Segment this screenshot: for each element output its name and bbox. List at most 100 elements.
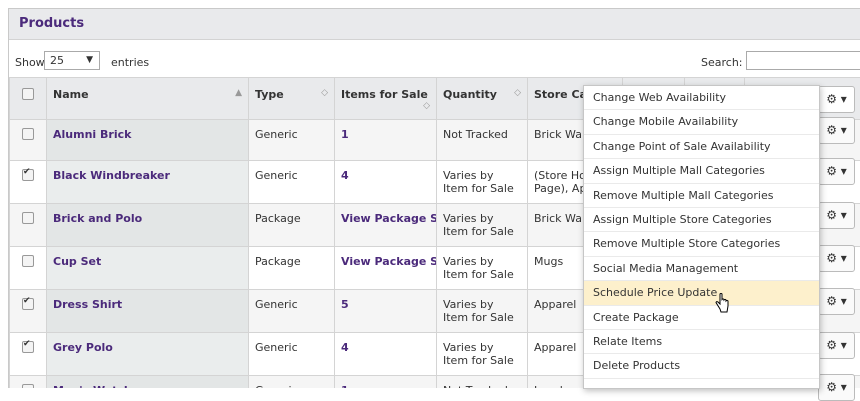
menu-item[interactable]: Create Package xyxy=(584,306,819,330)
row-actions-gear-button[interactable]: ⚙ ▾ xyxy=(818,332,855,359)
product-name-cell: Cup Set xyxy=(47,247,249,290)
row-select-cell xyxy=(10,333,47,376)
select-all-checkbox[interactable] xyxy=(22,88,34,100)
row-select-cell xyxy=(10,376,47,389)
items-for-sale-link[interactable]: 4 xyxy=(341,341,349,354)
menu-item[interactable]: Delete Products xyxy=(584,354,819,378)
quantity-cell: Varies by Item for Sale xyxy=(437,247,528,290)
column-header-name[interactable]: Name▲ xyxy=(47,78,249,120)
sort-icon: ◇ xyxy=(423,101,430,111)
items-for-sale-cell: 4 xyxy=(335,161,437,204)
gear-icon: ⚙ ▾ xyxy=(826,92,847,106)
column-header-type[interactable]: Type◇ xyxy=(249,78,335,120)
items-for-sale-link[interactable]: 5 xyxy=(341,298,349,311)
row-checkbox[interactable] xyxy=(22,384,34,388)
select-all-header xyxy=(10,78,47,120)
quantity-cell: Not Tracked xyxy=(437,120,528,161)
menu-item[interactable]: Remove Multiple Mall Categories xyxy=(584,184,819,208)
row-checkbox[interactable] xyxy=(22,128,34,140)
type-cell: Generic xyxy=(249,376,335,389)
product-name-cell: Men's Watch xyxy=(47,376,249,389)
items-for-sale-cell: 1 xyxy=(335,376,437,389)
quantity-cell: Varies by Item for Sale xyxy=(437,333,528,376)
items-for-sale-cell: View Package Sets xyxy=(335,247,437,290)
page-length-select[interactable]: 25 ▼ xyxy=(44,51,100,70)
product-name-link[interactable]: Dress Shirt xyxy=(53,298,122,311)
gear-icon: ⚙ ▾ xyxy=(826,380,847,394)
menu-item[interactable]: Social Media Management xyxy=(584,257,819,281)
gear-icon: ⚙ ▾ xyxy=(826,251,847,265)
menu-item[interactable]: Change Point of Sale Availability xyxy=(584,135,819,159)
column-header-items-for-sale[interactable]: Items for Sale◇ xyxy=(335,78,437,120)
row-checkbox[interactable] xyxy=(22,341,34,353)
product-name-link[interactable]: Grey Polo xyxy=(53,341,113,354)
hand-cursor-icon xyxy=(715,293,729,313)
menu-item[interactable]: Assign Multiple Mall Categories xyxy=(584,159,819,183)
row-select-cell xyxy=(10,247,47,290)
row-actions-gear-button[interactable]: ⚙ ▾ xyxy=(818,202,855,229)
row-checkbox[interactable] xyxy=(22,298,34,310)
row-select-cell xyxy=(10,120,47,161)
menu-item[interactable]: Change Mobile Availability xyxy=(584,110,819,134)
row-checkbox[interactable] xyxy=(22,212,34,224)
product-name-cell: Black Windbreaker xyxy=(47,161,249,204)
items-for-sale-link[interactable]: 1 xyxy=(341,384,349,388)
items-for-sale-link[interactable]: View Package Sets xyxy=(341,212,437,225)
items-for-sale-link[interactable]: 1 xyxy=(341,128,349,141)
type-cell: Package xyxy=(249,247,335,290)
quantity-cell: Not Tracked xyxy=(437,376,528,389)
product-name-link[interactable]: Black Windbreaker xyxy=(53,169,170,182)
type-cell: Package xyxy=(249,204,335,247)
entries-label: entries xyxy=(111,56,149,69)
row-actions-gear-button[interactable]: ⚙ ▾ xyxy=(818,245,855,272)
row-actions-gear-button[interactable]: ⚙ ▾ xyxy=(818,374,855,401)
column-header-quantity[interactable]: Quantity◇ xyxy=(437,78,528,120)
menu-item[interactable]: Relate Items xyxy=(584,330,819,354)
menu-item[interactable]: Remove Multiple Store Categories xyxy=(584,232,819,256)
product-name-link[interactable]: Cup Set xyxy=(53,255,101,268)
sort-icon: ◇ xyxy=(514,88,521,98)
items-for-sale-link[interactable]: 4 xyxy=(341,169,349,182)
product-name-link[interactable]: Brick and Polo xyxy=(53,212,142,225)
search-input[interactable] xyxy=(746,51,860,70)
type-cell: Generic xyxy=(249,333,335,376)
menu-item[interactable]: Change Web Availability xyxy=(584,86,819,110)
gear-icon: ⚙ ▾ xyxy=(826,164,847,178)
menu-item[interactable]: Assign Multiple Store Categories xyxy=(584,208,819,232)
row-select-cell xyxy=(10,290,47,333)
row-actions-gear-button[interactable]: ⚙ ▾ xyxy=(818,117,855,144)
product-name-cell: Dress Shirt xyxy=(47,290,249,333)
items-for-sale-cell: 1 xyxy=(335,120,437,161)
row-actions-gear-button[interactable]: ⚙ ▾ xyxy=(818,288,855,315)
table-toolbar: Show 25 ▼ entries Search: xyxy=(9,47,860,77)
row-checkbox[interactable] xyxy=(22,255,34,267)
bulk-actions-gear-button[interactable]: ⚙ ▾ xyxy=(818,86,855,113)
type-cell: Generic xyxy=(249,290,335,333)
product-name-cell: Alumni Brick xyxy=(47,120,249,161)
quantity-cell: Varies by Item for Sale xyxy=(437,161,528,204)
search-label: Search: xyxy=(701,56,743,69)
product-name-link[interactable]: Alumni Brick xyxy=(53,128,131,141)
type-cell: Generic xyxy=(249,161,335,204)
gear-icon: ⚙ ▾ xyxy=(826,294,847,308)
gear-icon: ⚙ ▾ xyxy=(826,338,847,352)
sort-icon: ◇ xyxy=(321,88,328,98)
caret-down-icon: ▼ xyxy=(86,52,93,69)
product-name-cell: Brick and Polo xyxy=(47,204,249,247)
items-for-sale-cell: View Package Sets xyxy=(335,204,437,247)
row-actions-gear-button[interactable]: ⚙ ▾ xyxy=(818,158,855,185)
gear-icon: ⚙ ▾ xyxy=(826,208,847,222)
menu-item[interactable]: Schedule Price Update xyxy=(584,281,819,305)
items-for-sale-cell: 4 xyxy=(335,333,437,376)
bulk-actions-menu: Change Web AvailabilityChange Mobile Ava… xyxy=(583,85,820,389)
row-checkbox[interactable] xyxy=(22,169,34,181)
product-name-cell: Grey Polo xyxy=(47,333,249,376)
gear-icon: ⚙ ▾ xyxy=(826,123,847,137)
row-select-cell xyxy=(10,161,47,204)
row-select-cell xyxy=(10,204,47,247)
type-cell: Generic xyxy=(249,120,335,161)
items-for-sale-link[interactable]: View Package Sets xyxy=(341,255,437,268)
show-label: Show xyxy=(15,56,45,69)
product-name-link[interactable]: Men's Watch xyxy=(53,384,132,388)
quantity-cell: Varies by Item for Sale xyxy=(437,204,528,247)
